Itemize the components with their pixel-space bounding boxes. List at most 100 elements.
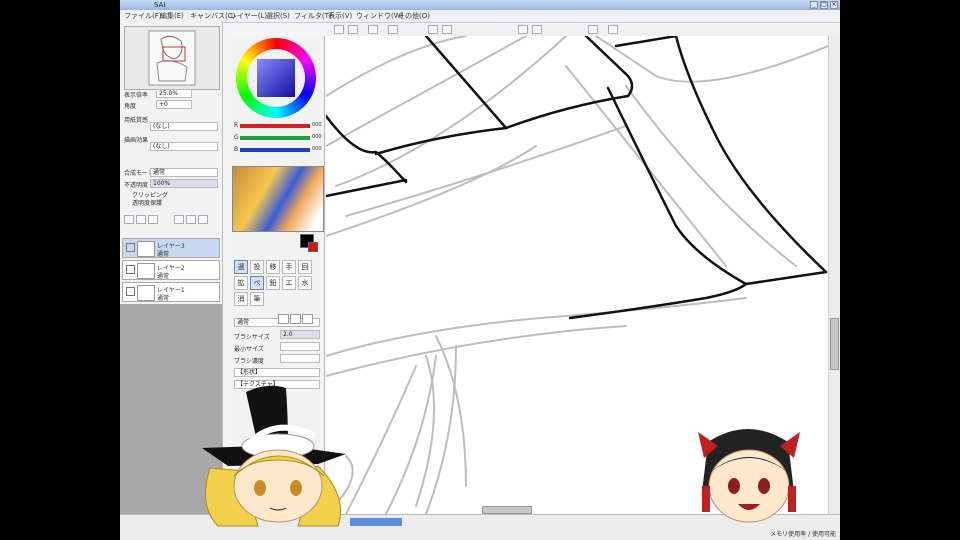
title-bar: SAI _ □ × [120, 0, 840, 10]
angle-label: 角度 [124, 103, 137, 110]
effect-label: 描画効果 [124, 137, 149, 144]
menu-window[interactable]: ウィンドウ(W) [356, 10, 403, 22]
tool-airbrush[interactable]: エ [282, 276, 296, 290]
opacity-slider[interactable]: 100% [150, 179, 218, 188]
close-icon[interactable]: × [830, 1, 838, 9]
tool-pencil[interactable]: 鉛 [266, 276, 280, 290]
background-color-swatch[interactable] [308, 242, 318, 252]
angle-field[interactable]: +0 [156, 100, 192, 109]
slider-g[interactable] [240, 136, 310, 140]
menu-select[interactable]: 選択(S) [266, 10, 290, 22]
tool-zoom[interactable]: 拡 [234, 276, 248, 290]
merge-down-icon[interactable] [174, 215, 184, 224]
tool-pen[interactable]: ペ [250, 276, 264, 290]
slider-b[interactable] [240, 148, 310, 152]
new-folder-icon[interactable] [136, 215, 146, 224]
menu-layer[interactable]: レイヤー(L) [230, 10, 267, 22]
vertical-scroll-thumb[interactable] [830, 318, 839, 370]
menu-canvas[interactable]: キャンバス(C) [190, 10, 235, 22]
tool-rotate[interactable]: 回 [298, 260, 312, 274]
new-layer-icon[interactable] [124, 215, 134, 224]
scratch-pad[interactable] [232, 166, 324, 232]
paper-texture-select[interactable]: (なし) [150, 122, 218, 131]
window-controls: _ □ × [810, 1, 838, 9]
brush-shape-icon[interactable] [302, 314, 313, 324]
density-slider[interactable] [280, 354, 320, 363]
slider-b-label: B [234, 146, 239, 153]
rotate-right-icon[interactable] [532, 25, 542, 34]
maximize-icon[interactable]: □ [820, 1, 828, 9]
tool-move[interactable]: 移 [266, 260, 280, 274]
deselect-icon[interactable] [368, 25, 378, 34]
layer-mode: 通常 [157, 295, 170, 302]
stabilizer-icon[interactable] [608, 25, 618, 34]
layer-thumbnail [137, 285, 155, 301]
copy-layer-icon[interactable] [148, 215, 158, 224]
minimize-icon[interactable]: _ [810, 1, 818, 9]
menu-filter[interactable]: フィルタ(T) [294, 10, 332, 22]
slider-r[interactable] [240, 124, 310, 128]
tool-brush[interactable]: 筆 [250, 292, 264, 306]
brush-shape-icon[interactable] [290, 314, 301, 324]
memory-indicator [350, 518, 402, 526]
menu-file[interactable]: ファイル(F) [124, 10, 162, 22]
zoom-field[interactable]: 25.0% [156, 89, 192, 98]
tool-select[interactable]: 選 [234, 260, 248, 274]
layer-thumbnail [137, 241, 155, 257]
zoom-out-icon[interactable] [428, 25, 438, 34]
layer-item[interactable]: レイヤー3 通常 [122, 238, 220, 258]
menu-bar: ファイル(F) 編集(E) キャンバス(C) レイヤー(L) 選択(S) フィル… [120, 10, 840, 23]
zoom-in-icon[interactable] [442, 25, 452, 34]
paper-texture-label: 用紙質感 [124, 117, 149, 124]
brush-shape-icon[interactable] [278, 314, 289, 324]
slider-r-value[interactable]: 000 [312, 122, 322, 128]
tool-watercolor[interactable]: 水 [298, 276, 312, 290]
undo-icon[interactable] [334, 25, 344, 34]
rotate-left-icon[interactable] [518, 25, 528, 34]
opacity-label: 不透明度 [124, 182, 149, 189]
slider-r-label: R [234, 122, 239, 129]
menu-view[interactable]: 表示(V) [328, 10, 352, 22]
layer-mode: 通常 [157, 251, 170, 258]
layer-item[interactable]: レイヤー2 通常 [122, 260, 220, 280]
blend-mode-select[interactable]: 通常 [150, 168, 218, 177]
slider-g-value[interactable]: 000 [312, 134, 322, 140]
layer-mode: 通常 [157, 273, 170, 280]
navigator-preview[interactable] [124, 26, 220, 90]
selection-visible-icon[interactable] [388, 25, 398, 34]
menu-edit[interactable]: 編集(E) [160, 10, 184, 22]
zoom-label: 表示倍率 [124, 92, 149, 99]
min-size-label: 最小サイズ [234, 346, 264, 353]
layer-item[interactable]: レイヤー1 通常 [122, 282, 220, 302]
slider-g-label: G [234, 134, 239, 141]
status-text: メモリ使用率 / 使用可能 [770, 531, 836, 538]
vertical-scrollbar[interactable] [828, 36, 840, 514]
layer-buttons [124, 214, 218, 226]
tool-lasso[interactable]: 投 [250, 260, 264, 274]
brush-size-label: ブラシサイズ [234, 334, 270, 341]
navigator-thumbnail [148, 30, 196, 86]
shrine-maiden-character-overlay [698, 429, 800, 523]
visibility-icon[interactable] [126, 265, 135, 274]
min-size-slider[interactable] [280, 342, 320, 351]
slider-b-value[interactable]: 000 [312, 146, 322, 152]
menu-other[interactable]: その他(O) [398, 10, 430, 22]
horizontal-scroll-thumb[interactable] [482, 506, 532, 514]
clear-layer-icon[interactable] [186, 215, 196, 224]
density-label: ブラシ濃度 [234, 358, 264, 365]
protect-alpha-label[interactable]: 透明度保護 [132, 198, 162, 207]
delete-layer-icon[interactable] [198, 215, 208, 224]
layer-thumbnail [137, 263, 155, 279]
witch-character-overlay [202, 385, 346, 527]
app-title: SAI [154, 1, 166, 9]
color-wheel[interactable] [236, 38, 316, 118]
visibility-icon[interactable] [126, 243, 135, 252]
tool-hand[interactable]: 手 [282, 260, 296, 274]
visibility-icon[interactable] [126, 287, 135, 296]
tool-eraser[interactable]: 消 [234, 292, 248, 306]
saturation-value-square[interactable] [257, 59, 295, 97]
effect-select[interactable]: (なし) [150, 142, 218, 151]
redo-icon[interactable] [348, 25, 358, 34]
brush-size-slider[interactable]: 2.0 [280, 330, 320, 339]
flip-icon[interactable] [588, 25, 598, 34]
